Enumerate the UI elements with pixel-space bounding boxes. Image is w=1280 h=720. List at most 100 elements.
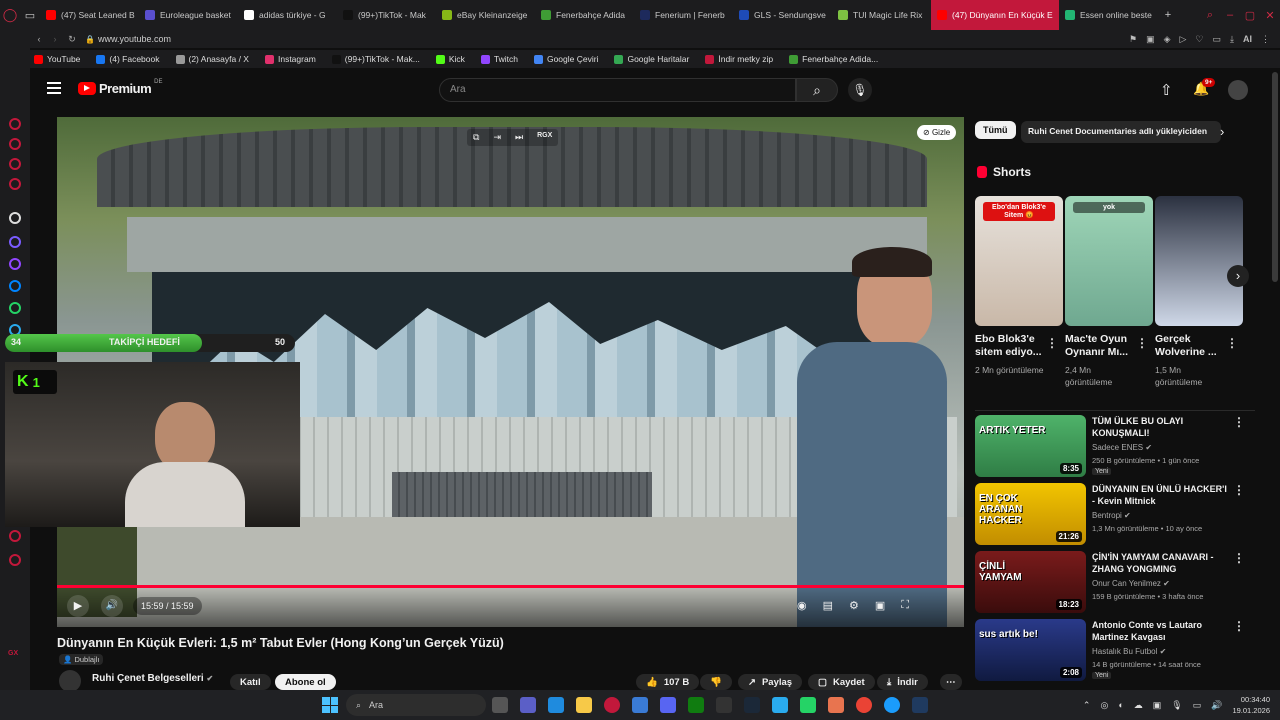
heart-icon[interactable]: ♡ [1195, 34, 1203, 45]
bookmark-icon[interactable]: ⚑ [1129, 34, 1137, 45]
bookmark-item[interactable]: Google Çeviri [533, 54, 598, 64]
epic-games-icon[interactable] [716, 697, 732, 713]
video-channel[interactable]: Onur Can Yenilmez ✔ [1092, 578, 1170, 590]
more-icon[interactable]: ⋮ [1261, 34, 1270, 45]
player-icon[interactable] [9, 158, 21, 170]
file-explorer-icon[interactable] [576, 697, 592, 713]
bookmark-item[interactable]: Instagram [264, 54, 316, 64]
forward-icon[interactable]: › [48, 34, 62, 44]
tab-6[interactable]: Fenerium | Fenerb [634, 0, 733, 30]
discord-taskbar-icon[interactable] [660, 697, 676, 713]
opera-gx-icon[interactable] [604, 697, 620, 713]
avatar[interactable] [1228, 80, 1248, 100]
steam-icon[interactable] [744, 697, 760, 713]
close-window-icon[interactable]: ✕ [1260, 9, 1280, 22]
enter-icon[interactable]: ⇥ [493, 132, 501, 143]
chatgpt-icon[interactable] [9, 212, 21, 224]
teams-icon[interactable] [520, 697, 536, 713]
short-card[interactable]: Gerçek Wolverine ... 1,5 Mn görüntüleme ⋮ [1155, 196, 1243, 396]
chip-all[interactable]: Tümü [975, 121, 1016, 139]
video-menu-icon[interactable]: ⋮ [1233, 415, 1245, 429]
gx-icon[interactable]: GX [8, 650, 18, 657]
bookmark-item[interactable]: Kick [435, 54, 465, 64]
tab-1[interactable]: Euroleague basket [139, 0, 238, 30]
video-menu-icon[interactable]: ⋮ [1233, 619, 1245, 633]
bookmark-item[interactable]: (99+)TikTok - Mak... [331, 54, 420, 64]
video-list-item[interactable]: ARTIK YETER 8:35 TÜM ÜLKE BU OLAYI KONUŞMA… [975, 415, 1250, 479]
play-icon[interactable]: ▷ [1180, 34, 1187, 45]
taskbar-search[interactable]: ⌕ Ara [346, 694, 486, 716]
reload-icon[interactable]: ↻ [62, 34, 82, 45]
tab-search-icon[interactable]: ⌕ [1200, 9, 1220, 22]
tab-10[interactable]: Essen online beste [1059, 0, 1158, 30]
discord-icon[interactable] [9, 236, 21, 248]
facebook-messenger-icon[interactable] [9, 280, 21, 292]
like-button[interactable]: 👍 107 B [636, 674, 700, 690]
subtitles-icon[interactable]: ▤ [823, 599, 833, 612]
video-channel[interactable]: Sadece ENES ✔ [1092, 442, 1152, 454]
bookmark-item[interactable]: Twitch [480, 54, 518, 64]
tray-app-icon[interactable]: ◎ [1100, 700, 1108, 711]
page-scrollbar[interactable] [1272, 72, 1278, 282]
store-icon[interactable] [632, 697, 648, 713]
video-menu-icon[interactable]: ⋮ [1233, 551, 1245, 565]
back-icon[interactable]: ‹ [30, 34, 48, 44]
video-list-item[interactable]: EN ÇOK ARANAN HACKER 21:26 DÜNYANIN EN ÜNL… [975, 483, 1250, 547]
video-channel[interactable]: Hastalık Bu Futbol ✔ [1092, 646, 1166, 658]
play-button[interactable]: ▶ [67, 595, 89, 617]
edge-icon[interactable] [548, 697, 564, 713]
bookmark-item[interactable]: YouTube [34, 54, 80, 64]
autoplay-toggle[interactable]: ◉ [797, 599, 807, 612]
ai-button[interactable]: AI [1243, 34, 1252, 44]
skip-icon[interactable]: ⏭ [515, 132, 523, 143]
tab-7[interactable]: GLS - Sendungsve [733, 0, 832, 30]
minimize-icon[interactable]: – [1220, 9, 1240, 22]
bookmark-item[interactable]: (4) Facebook [96, 54, 160, 64]
network-icon[interactable]: ▭ [1193, 700, 1202, 711]
twitch-icon[interactable] [9, 258, 21, 270]
tray-app2-icon[interactable]: ◐ [1118, 700, 1123, 710]
video-list-item[interactable]: ÇİNLİ YAMYAM 18:23 ÇİN'İN YAMYAM CANAVARI … [975, 551, 1250, 615]
app3-icon[interactable] [912, 697, 928, 713]
tray-app4-icon[interactable]: ▣ [1153, 700, 1162, 711]
history-icon[interactable] [9, 530, 21, 542]
short-menu-icon[interactable]: ⋮ [1136, 336, 1148, 350]
more-actions-button[interactable]: ⋯ [940, 674, 962, 690]
wallet-icon[interactable]: ▭ [1213, 34, 1222, 45]
whatsapp-taskbar-icon[interactable] [800, 697, 816, 713]
search-icon[interactable]: ⌕ [796, 78, 838, 102]
create-icon[interactable]: ⇧ [1160, 81, 1173, 99]
bookmark-item[interactable]: Google Haritalar [614, 54, 689, 64]
messenger-icon[interactable] [9, 178, 21, 190]
new-tab-button[interactable]: + [1158, 9, 1178, 21]
tab-0[interactable]: (47) Seat Leaned B [40, 0, 139, 30]
speaker-icon[interactable]: 🔊 [1211, 700, 1222, 711]
chips-next-icon[interactable]: › [1220, 124, 1224, 139]
video-channel[interactable]: Bentropi ✔ [1092, 510, 1131, 522]
bookmark-item[interactable]: Fenerbahçe Adida... [789, 54, 878, 64]
fullscreen-icon[interactable]: ⛶ [901, 599, 909, 612]
chip-uploader[interactable]: Ruhi Cenet Documentaries adlı yükleyicid… [1021, 121, 1221, 143]
tab-5[interactable]: Fenerbahçe Adida [535, 0, 634, 30]
tab-menu-icon[interactable]: ▭ [20, 9, 40, 22]
tab-9[interactable]: (47) Dünyanın En Küçük E [931, 0, 1059, 30]
volume-icon[interactable]: 🔊 [101, 595, 123, 617]
snapshot-icon[interactable]: ▣ [1146, 34, 1155, 45]
shorts-next-icon[interactable]: › [1227, 265, 1249, 287]
task-view-icon[interactable] [492, 697, 508, 713]
popout-icon[interactable]: ⧉ [473, 132, 479, 143]
short-card[interactable]: Ebo'dan Blok3'e Sitem 😡 Ebo Blok3'e sitem… [975, 196, 1063, 396]
mic-icon[interactable]: 🎙 [848, 78, 872, 102]
vpn-icon[interactable]: ◈ [1164, 34, 1171, 45]
opera-logo-icon[interactable]: ◯ [0, 7, 20, 23]
whatsapp-icon[interactable] [9, 302, 21, 314]
short-card[interactable]: yok Mac'te Oyun Oynanır Mı... 2,4 Mn görün… [1065, 196, 1153, 396]
tray-chevron-icon[interactable]: ⌃ [1083, 700, 1091, 711]
maximize-icon[interactable]: ▢ [1240, 9, 1260, 22]
workspace-icon[interactable] [9, 138, 21, 150]
bookmark-item[interactable]: İndir metky zip [705, 54, 773, 64]
windows-start-icon[interactable] [322, 697, 338, 713]
chrome-icon[interactable] [856, 697, 872, 713]
miniplayer-icon[interactable]: ▣ [875, 599, 885, 612]
bookmark-item[interactable]: (2) Anasayfa / X [175, 54, 249, 64]
